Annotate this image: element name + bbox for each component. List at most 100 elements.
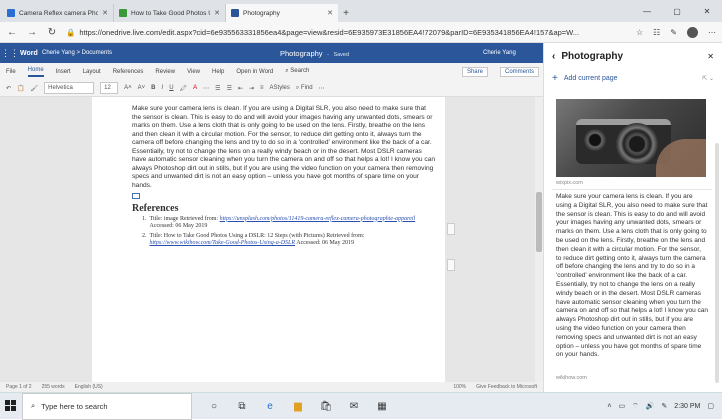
taskbar-search[interactable]: ⌕ Type here to search [22, 392, 192, 420]
italic-button[interactable]: I [162, 85, 164, 91]
undo-icon[interactable]: ↶ [6, 85, 11, 92]
browser-tab-1[interactable]: Camera Reflex camera Photogra ✕ [2, 4, 114, 22]
search-box[interactable]: ⌕ Search [285, 68, 309, 75]
clock[interactable]: 2:30 PM [674, 403, 700, 410]
refresh-icon[interactable]: ↻ [46, 27, 58, 38]
tab-help[interactable]: Help [212, 69, 224, 75]
battery-icon[interactable]: ▭ [618, 402, 625, 410]
window-controls: — ▢ ✕ [632, 0, 722, 22]
app-name[interactable]: Word [20, 50, 42, 57]
bold-button[interactable]: B [151, 85, 155, 91]
cortana-icon[interactable]: ○ [206, 398, 222, 414]
document-scrollbar[interactable] [535, 97, 543, 382]
language: English (US) [74, 384, 103, 390]
minimize-button[interactable]: — [632, 0, 662, 22]
more-icon[interactable]: ⋯ [708, 28, 716, 37]
scroll-thumb[interactable] [536, 192, 542, 252]
tab-close-icon[interactable]: ✕ [102, 9, 108, 17]
pane-scrollbar[interactable] [715, 143, 719, 383]
format-painter-icon[interactable]: 🖌 [31, 85, 39, 92]
breadcrumb[interactable]: Cherie Yang > Documents [42, 50, 222, 56]
notes-icon[interactable]: ✎ [670, 28, 677, 37]
tab-view[interactable]: View [187, 69, 200, 75]
styles-button[interactable]: AStyles [270, 85, 290, 91]
zoom-level[interactable]: 100% [453, 384, 466, 390]
new-tab-button[interactable]: + [338, 4, 354, 22]
paste-icon[interactable]: 📋 [17, 85, 24, 92]
pane-text[interactable]: Make sure your camera lens is clean. If … [556, 193, 708, 360]
tab-references[interactable]: References [113, 69, 144, 75]
camera-photo[interactable] [556, 99, 706, 177]
ref-accessed: Accessed: 06 May 2019 [296, 240, 355, 246]
comments-button[interactable]: Comments [499, 66, 539, 77]
ref-link[interactable]: https://www.wikihow.com/Take-Good-Photos… [150, 240, 296, 246]
pane-back-icon[interactable]: ‹ [552, 51, 555, 62]
document-page[interactable]: Make sure your camera lens is clean. If … [92, 97, 445, 382]
font-select[interactable]: Helvetica [44, 82, 95, 94]
add-current-page-label: Add current page [563, 74, 618, 82]
favorite-star-icon[interactable]: ☆ [636, 28, 643, 37]
close-window-button[interactable]: ✕ [692, 0, 722, 22]
browser-tab-bar: Camera Reflex camera Photogra ✕ How to T… [0, 0, 722, 22]
tab-home[interactable]: Home [27, 67, 44, 77]
browser-tab-3[interactable]: Photography ✕ [226, 4, 338, 22]
body-paragraph[interactable]: Make sure your camera lens is clean. If … [132, 105, 435, 190]
tab-file[interactable]: File [6, 69, 16, 75]
tray-chevron-icon[interactable]: ˄ [607, 403, 611, 410]
references-heading[interactable]: References [132, 204, 435, 214]
doc-title[interactable]: Photography - Saved [222, 49, 483, 58]
store-icon[interactable]: 🛍 [318, 398, 334, 414]
volume-icon[interactable]: 🔊 [646, 402, 655, 410]
more-format-icon[interactable]: ⋯ [203, 85, 209, 92]
start-button[interactable] [0, 400, 22, 412]
tab-close-icon[interactable]: ✕ [327, 9, 333, 17]
bullets-icon[interactable]: ☰ [215, 85, 220, 92]
forward-icon[interactable]: → [26, 27, 38, 38]
app-icon[interactable]: ▦ [374, 398, 390, 414]
favorites-hub-icon[interactable]: ☷ [653, 28, 660, 37]
pen-icon[interactable]: ✎ [661, 402, 667, 410]
image-source[interactable]: wixpix.com [556, 180, 583, 186]
image-placeholder-icon[interactable] [132, 193, 140, 199]
browser-tab-2[interactable]: How to Take Good Photos Using ✕ [114, 4, 226, 22]
share-button[interactable]: Share [461, 66, 488, 77]
edge-icon[interactable]: e [262, 398, 278, 414]
margin-marker[interactable] [447, 223, 455, 235]
font-color-icon[interactable]: A [193, 85, 197, 91]
open-in-word-button[interactable]: Open in Word [236, 69, 273, 75]
notifications-icon[interactable]: ▢ [707, 402, 714, 410]
user-name[interactable]: Cherie Yang [483, 50, 543, 56]
pane-options-icon[interactable]: ⇱ ⌄ [702, 75, 714, 82]
font-size-select[interactable]: 12 [100, 82, 119, 94]
shrink-font-icon[interactable]: A˅ [138, 85, 146, 91]
add-current-page-button[interactable]: + Add current page ⇱ ⌄ [544, 69, 722, 87]
tab-close-icon[interactable]: ✕ [214, 9, 220, 17]
feedback-link[interactable]: Give Feedback to Microsoft [476, 384, 537, 390]
url-field[interactable]: 🔒 https://onedrive.live.com/edit.aspx?ci… [66, 25, 628, 40]
tab-review[interactable]: Review [155, 69, 175, 75]
task-view-icon[interactable]: ⧉ [234, 398, 250, 414]
pane-close-icon[interactable]: ✕ [707, 52, 714, 61]
profile-avatar[interactable] [687, 26, 698, 38]
mail-icon[interactable]: ✉ [346, 398, 362, 414]
numbering-icon[interactable]: ☰ [227, 85, 232, 92]
back-icon[interactable]: ← [6, 27, 18, 38]
ref-link[interactable]: https://unsplash.com/photos/11419-camera… [220, 216, 416, 222]
network-icon[interactable]: ⌔ [632, 402, 639, 411]
grow-font-icon[interactable]: A˄ [124, 85, 132, 91]
margin-marker[interactable] [447, 259, 455, 271]
maximize-button[interactable]: ▢ [662, 0, 692, 22]
app-launcher-icon[interactable]: ⋮⋮ [0, 48, 20, 59]
tab-layout[interactable]: Layout [83, 69, 101, 75]
tab-insert[interactable]: Insert [56, 69, 71, 75]
align-icon[interactable]: ≡ [260, 85, 264, 91]
ribbon-toolbar: ↶ 📋 🖌 Helvetica 12 A˄ A˅ B I U 🖍 A ⋯ ☰ ☰… [0, 80, 543, 97]
text-source[interactable]: wikihow.com [556, 375, 587, 381]
toolbar-more-icon[interactable]: ⋯ [319, 85, 325, 92]
decrease-indent-icon[interactable]: ⇤ [238, 85, 243, 92]
highlight-icon[interactable]: 🖍 [180, 85, 188, 92]
find-button[interactable]: ⌕ Find [296, 85, 313, 92]
increase-indent-icon[interactable]: ⇥ [249, 85, 254, 92]
file-explorer-icon[interactable]: ▆ [290, 398, 306, 414]
underline-button[interactable]: U [169, 85, 173, 91]
